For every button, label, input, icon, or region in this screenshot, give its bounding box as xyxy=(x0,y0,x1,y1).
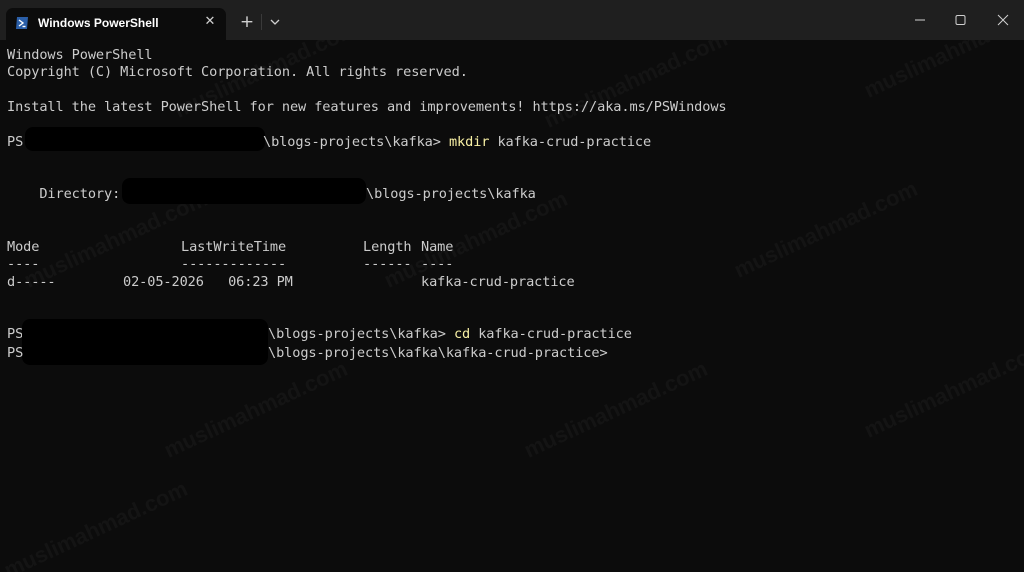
watermark-text: muslimahmad.com xyxy=(0,476,192,572)
prompt-prefix: PS xyxy=(7,345,24,361)
column-underline: ------------- xyxy=(181,256,287,272)
redacted-path xyxy=(22,319,268,365)
watermark-text: muslimahmad.com xyxy=(860,40,1024,104)
minimize-icon[interactable] xyxy=(900,8,940,32)
redacted-path xyxy=(25,127,265,151)
watermark: muslimahmad.com muslimahmad.com muslimah… xyxy=(0,40,1024,572)
command-args: kafka-crud-practice xyxy=(497,134,652,150)
prompt-prefix: PS xyxy=(7,134,24,150)
tab-separator xyxy=(261,14,262,30)
terminal-output[interactable]: muslimahmad.com muslimahmad.com muslimah… xyxy=(0,40,1024,572)
redacted-path xyxy=(122,178,366,204)
tab-title: Windows PowerShell xyxy=(38,16,159,30)
terminal-line: Windows PowerShell xyxy=(7,47,153,63)
column-header-lastwritetime: LastWriteTime xyxy=(181,239,287,255)
close-tab-icon[interactable]: ✕ xyxy=(202,14,218,30)
prompt-line: PS xyxy=(7,345,23,362)
column-header-mode: Mode xyxy=(7,239,40,255)
column-underline: ---- xyxy=(421,256,454,272)
watermark-text: muslimahmad.com xyxy=(730,176,922,284)
column-underline: ---- xyxy=(7,256,40,272)
row-lastwritetime: 02-05-2026 06:23 PM xyxy=(123,274,293,290)
column-header-name: Name xyxy=(421,239,454,255)
column-header-length: Length xyxy=(363,239,412,255)
watermark-text: muslimahmad.com xyxy=(160,356,352,464)
watermark-text: muslimahmad.com xyxy=(860,336,1024,444)
prompt-path: \blogs-projects\kafka> xyxy=(263,134,441,150)
directory-label: Directory: xyxy=(7,186,121,202)
command-keyword: cd xyxy=(453,326,471,342)
command-keyword: mkdir xyxy=(448,134,490,150)
prompt-prefix: PS xyxy=(7,326,24,342)
row-mode: d----- xyxy=(7,274,56,290)
terminal-line: Copyright (C) Microsoft Corporation. All… xyxy=(7,64,468,80)
prompt-line: PS xyxy=(7,326,23,343)
command-args: kafka-crud-practice xyxy=(478,326,632,342)
watermark-text: muslimahmad.com xyxy=(520,356,712,464)
prompt-path: \blogs-projects\kafka> xyxy=(268,326,446,342)
directory-path: \blogs-projects\kafka xyxy=(366,186,536,202)
row-name: kafka-crud-practice xyxy=(421,274,575,290)
prompt-path: \blogs-projects\kafka\kafka-crud-practic… xyxy=(268,345,608,361)
column-underline: ------ xyxy=(363,256,412,272)
chevron-down-icon[interactable] xyxy=(266,12,284,32)
prompt-line: PS xyxy=(7,134,23,151)
prompt-line: \blogs-projects\kafka> mkdir kafka-crud-… xyxy=(263,134,651,151)
tab-windows-powershell[interactable]: Windows PowerShell ✕ xyxy=(6,8,226,40)
close-window-icon[interactable] xyxy=(983,8,1023,32)
powershell-icon xyxy=(16,17,28,29)
terminal-line: Install the latest PowerShell for new fe… xyxy=(7,99,727,115)
maximize-icon[interactable] xyxy=(940,8,980,32)
watermark-text: muslimahmad.com xyxy=(540,40,732,134)
prompt-line: \blogs-projects\kafka> cd kafka-crud-pra… xyxy=(268,326,632,343)
new-tab-button[interactable]: + xyxy=(236,12,258,32)
title-bar: Windows PowerShell ✕ + xyxy=(0,0,1024,40)
